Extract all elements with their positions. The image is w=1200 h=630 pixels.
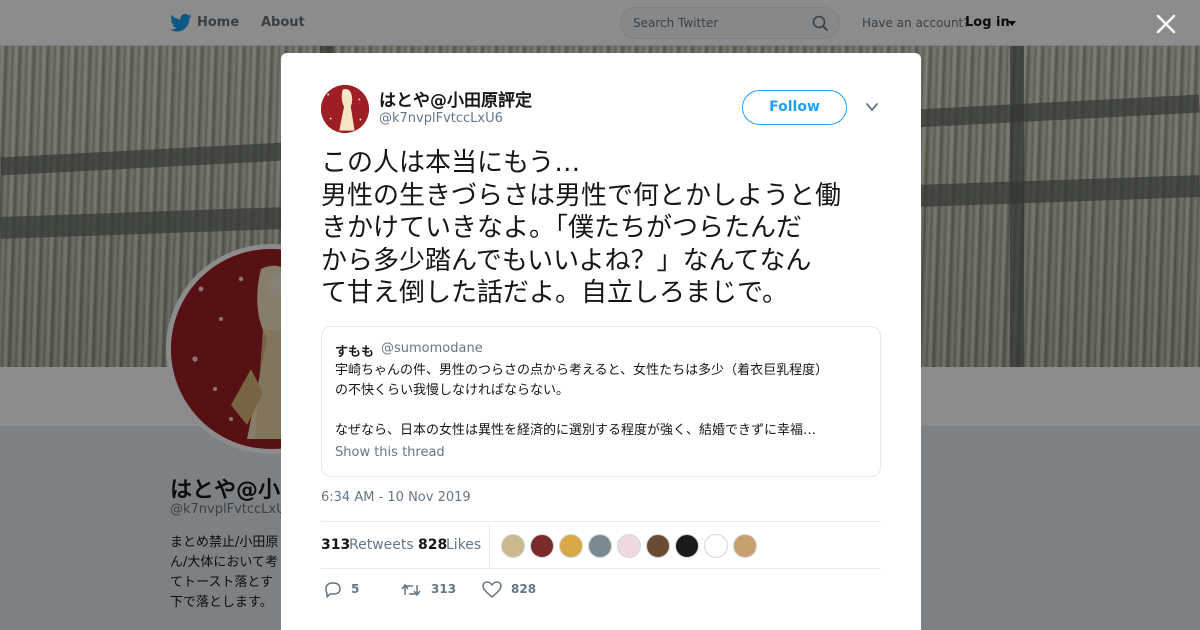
chevron-down-icon[interactable] xyxy=(865,100,879,114)
tweet-text-line: て甘え倒した話だよ。自立しろまじで。 xyxy=(321,278,788,308)
author-name[interactable]: はとや@小田原評定 xyxy=(379,86,532,111)
author-handle[interactable]: @k7nvplFvtccLxU6 xyxy=(379,111,503,126)
close-icon[interactable] xyxy=(1155,13,1177,35)
reply-count: 5 xyxy=(351,582,360,596)
author-avatar[interactable] xyxy=(321,85,369,133)
show-thread-link[interactable]: Show this thread xyxy=(335,445,445,460)
author-avatar-image xyxy=(321,85,369,133)
tweet-actions: 5 313 828 xyxy=(321,579,881,603)
tweet-text-line: から多少踏んでもいいよね？」なんてなん xyxy=(321,245,812,276)
liker-avatar[interactable] xyxy=(675,534,699,558)
likes-label[interactable]: Likes xyxy=(446,537,481,553)
likes-count[interactable]: 828 xyxy=(418,537,447,553)
quoted-text-line xyxy=(335,401,875,421)
quoted-author-handle: @sumomodane xyxy=(381,341,483,356)
retweets-count[interactable]: 313 xyxy=(321,537,350,553)
liker-avatar[interactable] xyxy=(501,534,525,558)
liker-avatar[interactable] xyxy=(617,534,641,558)
quoted-author-name: すもも xyxy=(335,345,375,360)
liker-avatar[interactable] xyxy=(733,534,757,558)
retweet-count: 313 xyxy=(431,582,457,596)
tweet-stats: 313 Retweets 828 Likes xyxy=(321,521,881,569)
retweet-icon[interactable] xyxy=(401,581,421,599)
quoted-text-line: なぜなら、日本の女性は異性を経済的に選別する程度が強く、結婚できずに幸福… xyxy=(335,423,817,438)
liker-avatar[interactable] xyxy=(704,534,728,558)
like-count: 828 xyxy=(511,582,537,596)
quoted-text-line: の不快くらい我慢しなければならない。 xyxy=(335,383,570,398)
stats-divider xyxy=(489,524,490,568)
retweets-label[interactable]: Retweets xyxy=(349,537,414,553)
reply-icon[interactable] xyxy=(323,581,343,599)
follow-button[interactable]: Follow xyxy=(742,90,847,125)
quoted-tweet[interactable]: すもも @sumomodane 宇崎ちゃんの件、男性のつらさの点から考えると、女… xyxy=(321,326,881,477)
tweet-text-line: きかけていきなよ。「僕たちがつらたんだ xyxy=(321,213,803,243)
tweet-text-line: この人は本当にもう… xyxy=(321,148,581,178)
tweet-text-line: 男性の生きづらさは男性で何とかしようと働 xyxy=(321,180,842,211)
liker-avatar[interactable] xyxy=(588,534,612,558)
tweet-text: この人は本当にもう… 男性の生きづらさは男性で何とかしようと働 きかけていきなよ… xyxy=(321,147,886,310)
quoted-text-line: 宇崎ちゃんの件、男性のつらさの点から考えると、女性たちは多少（着衣巨乳程度） xyxy=(335,363,829,378)
liker-avatar[interactable] xyxy=(530,534,554,558)
tweet-modal: はとや@小田原評定 @k7nvplFvtccLxU6 Follow この人は本当… xyxy=(281,53,921,630)
heart-icon[interactable] xyxy=(482,581,502,599)
tweet-timestamp[interactable]: 6:34 AM - 10 Nov 2019 xyxy=(321,490,471,505)
liker-avatar[interactable] xyxy=(646,534,670,558)
quoted-tweet-text: 宇崎ちゃんの件、男性のつらさの点から考えると、女性たちは多少（着衣巨乳程度） の… xyxy=(335,361,875,441)
liker-avatar[interactable] xyxy=(559,534,583,558)
